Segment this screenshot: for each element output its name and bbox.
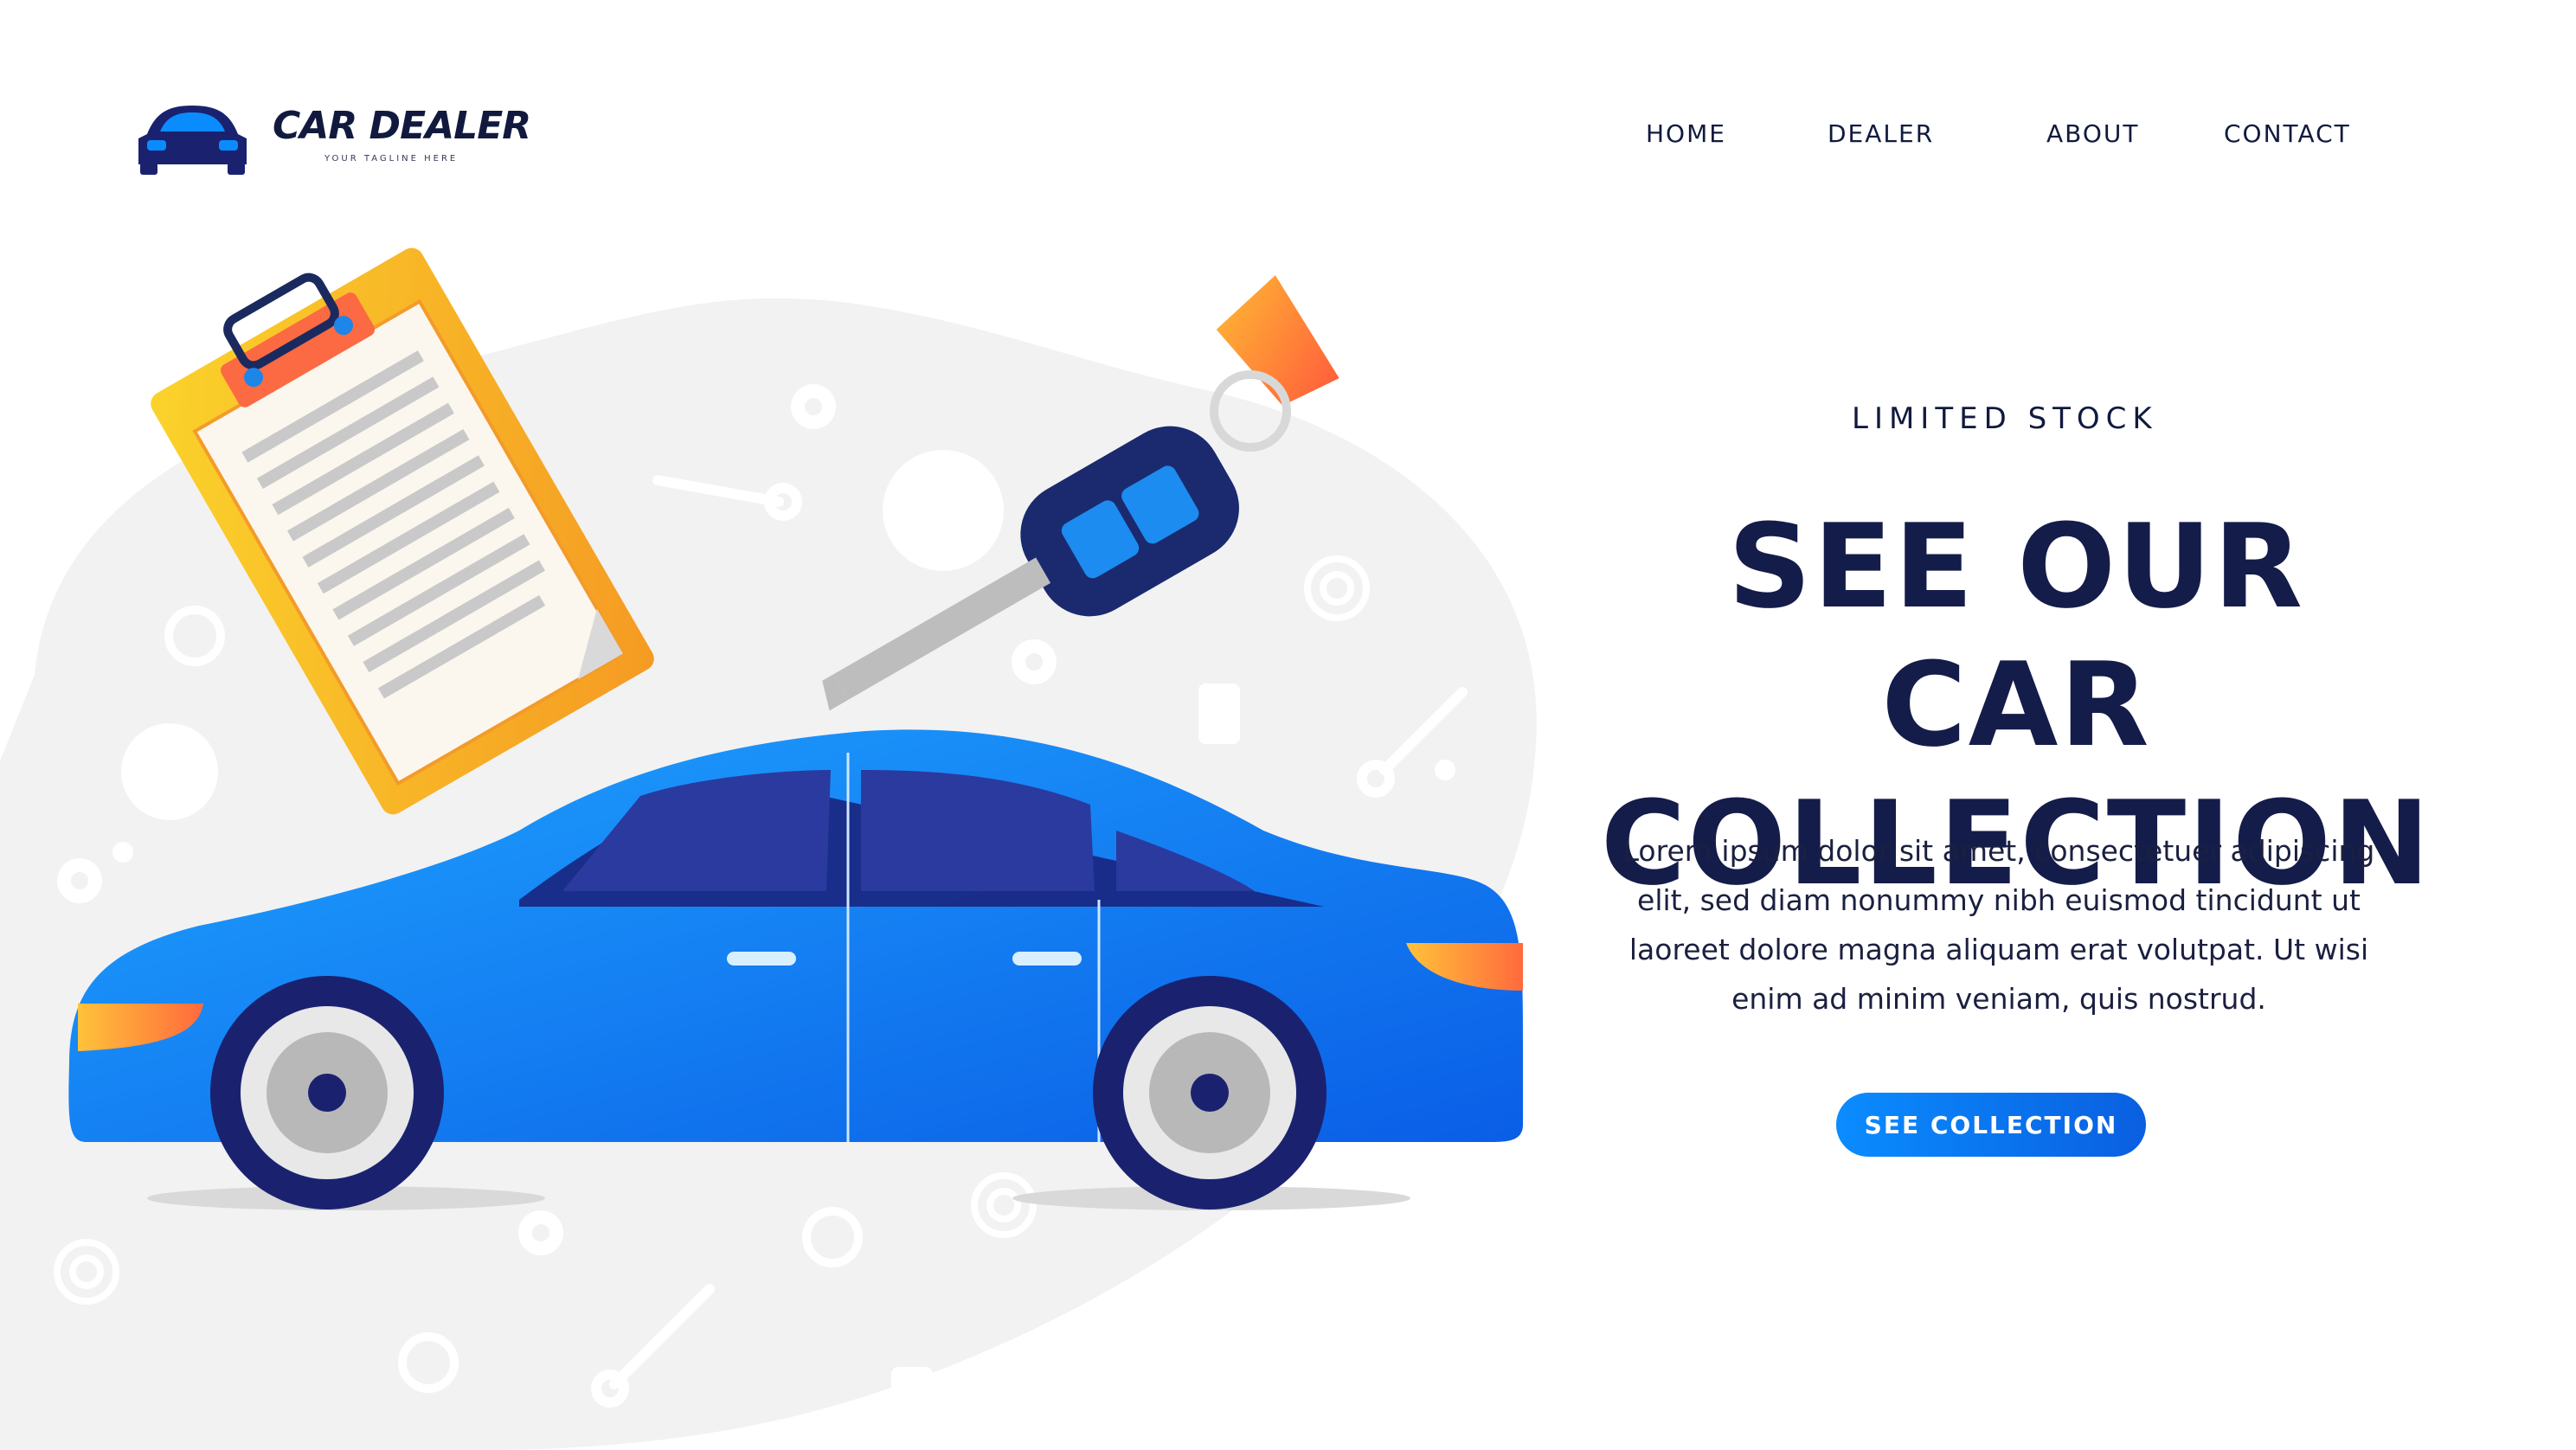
brand-logo[interactable]: CAR DEALER YOUR TAGLINE HERE xyxy=(130,95,531,182)
nav-about[interactable]: ABOUT xyxy=(2046,119,2140,148)
see-collection-button[interactable]: SEE COLLECTION xyxy=(1836,1093,2146,1157)
hero-title-line1: SEE OUR CAR xyxy=(1727,499,2305,773)
brand-name: CAR DEALER xyxy=(273,104,531,148)
nav-dealer[interactable]: DEALER xyxy=(1828,119,1934,148)
brand-tagline: YOUR TAGLINE HERE xyxy=(324,154,459,164)
hero-illustration xyxy=(0,247,1537,1450)
car-logo-icon xyxy=(138,106,247,175)
nav-home[interactable]: HOME xyxy=(1646,119,1726,148)
hero-body: Lorem ipsum dolor sit amet, consectetuer… xyxy=(1622,834,2375,1016)
nav-contact[interactable]: CONTACT xyxy=(2224,119,2351,148)
hero-eyebrow: LIMITED STOCK xyxy=(1852,401,2158,436)
